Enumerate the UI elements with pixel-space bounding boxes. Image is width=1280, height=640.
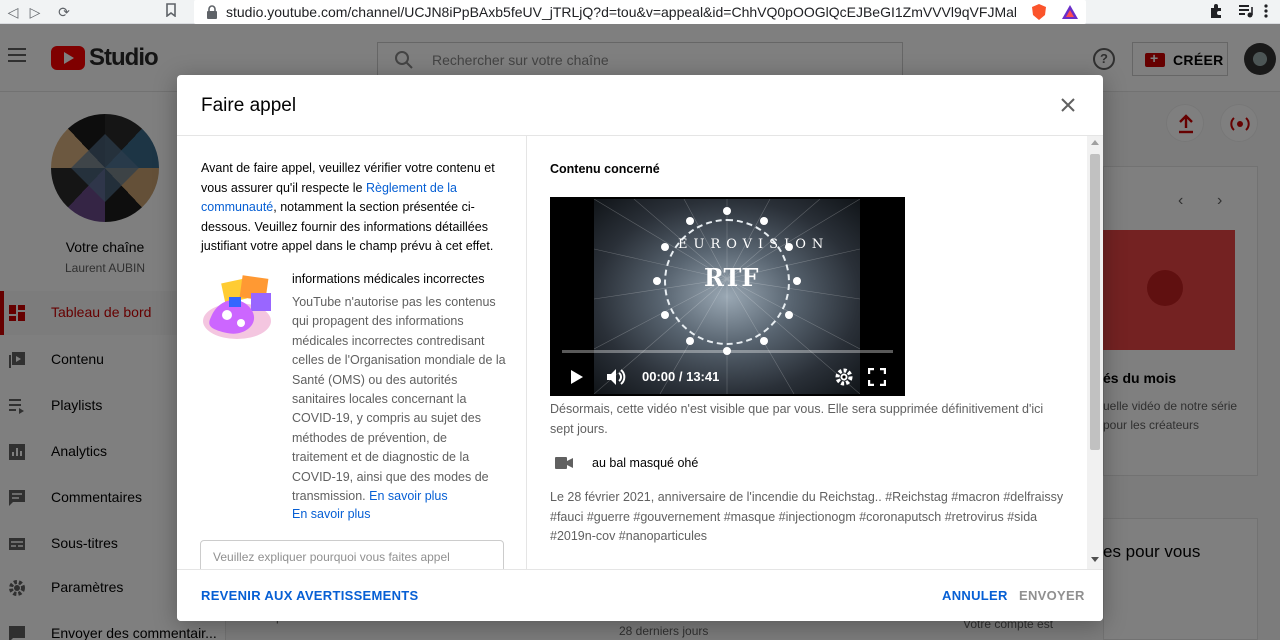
lock-icon — [207, 5, 217, 19]
video-title: au bal masqué ohé — [592, 456, 699, 470]
forward-icon[interactable]: ▷ — [26, 3, 44, 21]
dialog-right-panel: Contenu concerné RTF EUROVISION 00:00 / — [527, 136, 1103, 569]
volume-icon[interactable] — [606, 367, 628, 387]
video-player[interactable]: RTF EUROVISION 00:00 / 13:41 — [550, 197, 905, 396]
scroll-up-icon[interactable] — [1091, 140, 1099, 145]
brave-rewards-icon[interactable] — [1061, 3, 1079, 21]
back-to-warnings-button[interactable]: REVENIR AUX AVERTISSEMENTS — [201, 588, 419, 603]
reload-icon[interactable]: ⟳ — [55, 3, 73, 21]
removal-notice: Désormais, cette vidéo n'est visible que… — [550, 402, 1044, 436]
video-frame: RTF EUROVISION — [594, 199, 860, 394]
brave-shield-icon[interactable] — [1030, 3, 1048, 21]
play-icon[interactable] — [570, 369, 584, 385]
dialog-footer: REVENIR AUX AVERTISSEMENTS ANNULER ENVOY… — [177, 569, 1103, 621]
browser-toolbar: ◁ ▷ ⟳ studio.youtube.com/channel/UCJN8iP… — [0, 0, 1280, 24]
cancel-button[interactable]: ANNULER — [942, 588, 1008, 603]
dialog-header: Faire appel — [177, 75, 1103, 136]
back-icon[interactable]: ◁ — [4, 3, 22, 21]
send-button[interactable]: ENVOYER — [1019, 588, 1085, 603]
playlist-icon[interactable] — [1238, 3, 1256, 21]
policy-title: informations médicales incorrectes — [292, 272, 485, 286]
fullscreen-icon[interactable] — [868, 368, 886, 386]
menu-icon[interactable] — [1264, 3, 1280, 21]
policy-illustration — [203, 275, 271, 339]
address-bar[interactable]: studio.youtube.com/channel/UCJN8iPpBAxb5… — [194, 0, 1086, 24]
video-progress-bar[interactable] — [562, 350, 893, 353]
dialog-left-panel: Avant de faire appel, veuillez vérifier … — [177, 136, 527, 569]
extensions-icon[interactable] — [1208, 3, 1226, 21]
scroll-thumb[interactable] — [1090, 154, 1100, 450]
video-description: Le 28 février 2021, anniversaire de l'in… — [550, 490, 1064, 543]
video-camera-icon — [555, 457, 573, 469]
scroll-down-icon[interactable] — [1091, 557, 1099, 562]
intro-text: Avant de faire appel, veuillez vérifier … — [201, 161, 495, 253]
bookmark-icon[interactable] — [162, 3, 180, 21]
dialog-title: Faire appel — [201, 95, 297, 116]
policy-text: YouTube n'autorise pas les contenus qui … — [292, 295, 506, 504]
close-icon[interactable] — [1058, 95, 1078, 115]
content-label: Contenu concerné — [550, 162, 660, 176]
video-time: 00:00 / 13:41 — [642, 369, 720, 384]
rtf-logo-text: RTF — [704, 263, 759, 292]
appeal-placeholder: Veuillez expliquer pourquoi vous faites … — [213, 550, 450, 569]
learn-more-link[interactable]: En savoir plus — [292, 507, 371, 521]
eurovision-arc-text: EUROVISION — [678, 237, 830, 252]
learn-more-inline-link[interactable]: En savoir plus — [369, 489, 448, 503]
settings-gear-icon[interactable] — [834, 367, 854, 387]
appeal-dialog: Faire appel Avant de faire appel, veuill… — [177, 75, 1103, 621]
appeal-reason-textarea[interactable]: Veuillez expliquer pourquoi vous faites … — [200, 540, 504, 569]
dialog-scrollbar[interactable] — [1087, 136, 1103, 569]
url-text[interactable]: studio.youtube.com/channel/UCJN8iPpBAxb5… — [226, 4, 1016, 20]
